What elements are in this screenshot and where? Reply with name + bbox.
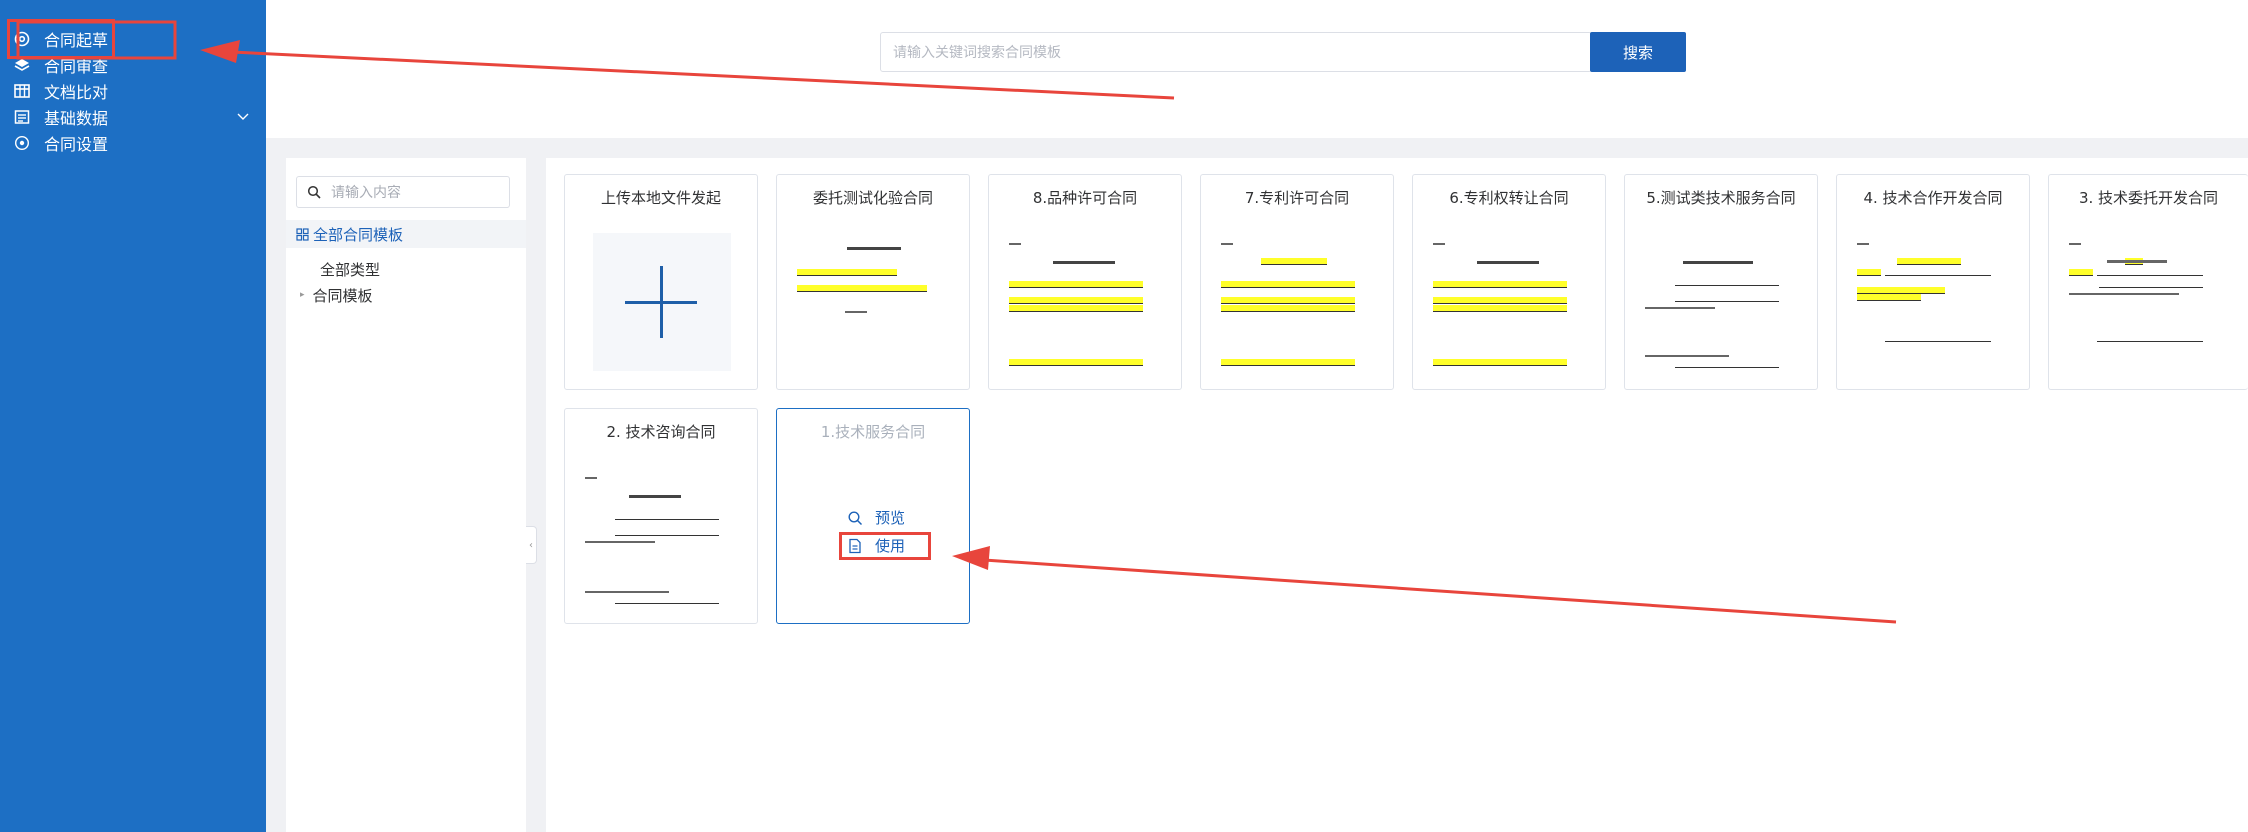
template-thumbnail bbox=[1645, 229, 1799, 379]
chevron-down-icon bbox=[236, 109, 250, 128]
template-card[interactable]: 3. 技术委托开发合同 bbox=[2048, 174, 2248, 390]
template-card[interactable]: 4. 技术合作开发合同 bbox=[1836, 174, 2030, 390]
template-tree-panel: 请输入内容 全部合同模板 全部类型 ▸ 合同模板 bbox=[286, 158, 526, 832]
card-title: 3. 技术委托开发合同 bbox=[2078, 189, 2219, 207]
upload-card[interactable]: 上传本地文件发起 bbox=[564, 174, 758, 390]
tree-search-placeholder: 请输入内容 bbox=[331, 185, 401, 201]
card-title: 委托测试化验合同 bbox=[812, 189, 933, 207]
tree-node-all-types[interactable]: 全部类型 bbox=[320, 256, 380, 282]
search-button[interactable]: 搜索 bbox=[1590, 32, 1686, 72]
preview-button[interactable]: 预览 bbox=[847, 507, 905, 528]
sidebar-item-label: 合同审查 bbox=[44, 57, 109, 76]
card-title: 6.专利权转让合同 bbox=[1449, 189, 1569, 207]
template-card[interactable]: 7.专利许可合同 bbox=[1200, 174, 1394, 390]
template-card[interactable]: 委托测试化验合同 bbox=[776, 174, 970, 390]
sidebar-item-contract-settings[interactable]: 合同设置 bbox=[14, 130, 108, 156]
template-thumbnail bbox=[797, 229, 951, 379]
tree-node-label: 全部类型 bbox=[320, 260, 381, 279]
template-thumbnail bbox=[585, 463, 739, 613]
card-title: 2. 技术咨询合同 bbox=[606, 423, 716, 441]
tree-root[interactable]: 全部合同模板 bbox=[286, 220, 526, 248]
card-title: 1.技术服务合同 bbox=[820, 423, 926, 441]
tree-node-label: 合同模板 bbox=[312, 286, 373, 305]
collapse-panel-handle[interactable]: ‹ bbox=[526, 526, 537, 564]
sidebar-item-base-data[interactable]: 基础数据 bbox=[14, 104, 250, 130]
tree-root-label: 全部合同模板 bbox=[313, 225, 404, 244]
template-thumbnail bbox=[1221, 229, 1375, 379]
tree-search-input[interactable]: 请输入内容 bbox=[296, 176, 510, 208]
sidebar-item-doc-compare[interactable]: 文档比对 bbox=[14, 78, 108, 104]
template-thumbnail bbox=[1009, 229, 1163, 379]
template-card[interactable]: 6.专利权转让合同 bbox=[1412, 174, 1606, 390]
sidebar: 合同起草 合同审查 文档比对 基础数据 合同设置 bbox=[0, 0, 266, 832]
use-highlight-box bbox=[839, 532, 931, 560]
chevron-left-icon: ‹ bbox=[529, 539, 533, 551]
card-title: 5.测试类技术服务合同 bbox=[1646, 189, 1796, 207]
sidebar-item-label: 文档比对 bbox=[44, 83, 109, 102]
sidebar-item-label: 合同起草 bbox=[44, 31, 109, 50]
card-title: 上传本地文件发起 bbox=[600, 189, 721, 207]
sidebar-item-contract-review[interactable]: 合同审查 bbox=[14, 52, 108, 78]
template-card[interactable]: 5.测试类技术服务合同 bbox=[1624, 174, 1818, 390]
template-card[interactable]: 8.品种许可合同 bbox=[988, 174, 1182, 390]
preview-label: 预览 bbox=[875, 509, 906, 527]
search-icon bbox=[307, 185, 321, 199]
circle-dot-icon bbox=[14, 135, 30, 151]
at-sign-icon bbox=[14, 31, 30, 47]
grid-icon bbox=[296, 227, 309, 241]
tree-node-contract-templates[interactable]: ▸ 合同模板 bbox=[300, 282, 373, 308]
layers-icon bbox=[14, 57, 30, 73]
card-title: 4. 技术合作开发合同 bbox=[1863, 189, 2003, 207]
template-card-active[interactable]: 1.技术服务合同 预览 使用 bbox=[776, 408, 970, 624]
sidebar-item-contract-draft[interactable]: 合同起草 bbox=[6, 19, 116, 59]
search-placeholder: 请输入关键词搜索合同模板 bbox=[893, 45, 1061, 61]
template-thumbnail bbox=[1857, 229, 2011, 379]
template-search-input[interactable]: 请输入关键词搜索合同模板 bbox=[880, 32, 1592, 72]
template-thumbnail bbox=[2069, 229, 2223, 379]
search-icon bbox=[847, 510, 863, 526]
sidebar-item-label: 合同设置 bbox=[44, 135, 109, 154]
card-title: 7.专利许可合同 bbox=[1244, 189, 1350, 207]
caret-right-icon[interactable]: ▸ bbox=[300, 290, 305, 300]
card-title: 8.品种许可合同 bbox=[1032, 189, 1138, 207]
list-icon bbox=[14, 109, 30, 125]
template-thumbnail bbox=[1433, 229, 1587, 379]
template-card[interactable]: 2. 技术咨询合同 bbox=[564, 408, 758, 624]
table-icon bbox=[14, 83, 30, 99]
sidebar-item-label: 基础数据 bbox=[44, 109, 109, 128]
